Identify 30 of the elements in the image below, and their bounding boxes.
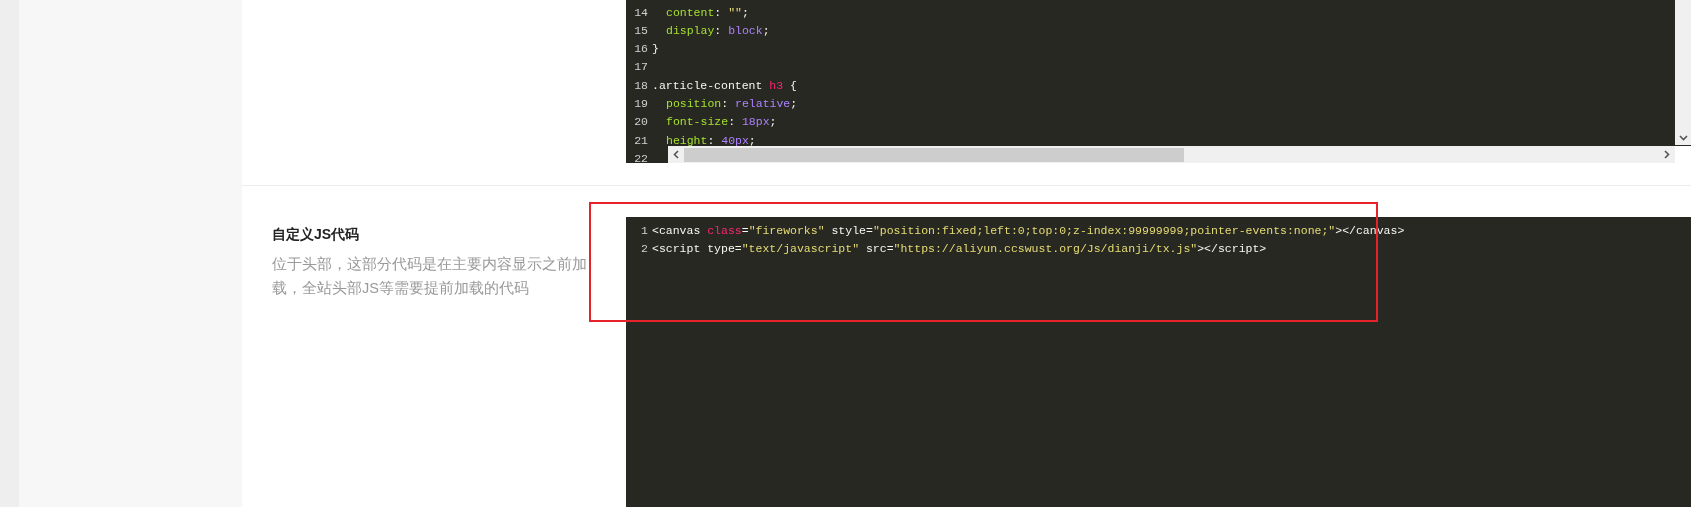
code-line: content: ""; (665, 4, 749, 21)
code-line: display: block; (665, 22, 770, 39)
code-line: height: 40px; (665, 132, 756, 149)
line-number: 15 (633, 22, 649, 39)
chevron-left-icon[interactable] (673, 150, 679, 159)
horizontal-scrollbar[interactable] (668, 146, 1675, 163)
scrollbar-thumb[interactable] (684, 147, 1184, 162)
section-title: 自定义JS代码 (272, 225, 361, 243)
line-number: 21 (633, 132, 649, 149)
line-number: 19 (633, 96, 649, 112)
chevron-down-icon[interactable] (1678, 135, 1688, 141)
code-editor[interactable]: 14 content: ""; 15 display: block; 16 } 17 18 .article-content h3 { 19 position: relative; 20 font-size: 18px; 21 height: 40px; 22 (626, 0, 1691, 163)
code-line: } (652, 41, 659, 58)
code-line: position: relative; (665, 96, 798, 112)
code-line: font-size: 18px; (665, 114, 777, 131)
chevron-right-icon[interactable] (1664, 150, 1670, 159)
line-number: 1 (640, 222, 649, 239)
line-number: 17 (633, 59, 649, 76)
scrollbar-corner (1675, 146, 1691, 163)
line-number: 2 (640, 240, 649, 257)
code-line: .article-content h3 { (652, 77, 797, 94)
line-number: 20 (633, 114, 649, 131)
line-number: 14 (633, 4, 649, 21)
line-number: 18 (633, 77, 649, 94)
vertical-scrollbar[interactable] (1675, 0, 1691, 145)
line-number: 22 (633, 150, 649, 163)
section-description: 位于头部，这部分代码是在主要内容显示之前加载，全站头部JS等需要提前加载的代码 (272, 255, 588, 298)
line-number: 16 (633, 41, 649, 58)
code-line: <script type="text/javascript" src="https://aliyun.ccswust.org/Js/dianji/tx.js"></script> (652, 240, 1267, 257)
code-editor[interactable] (626, 217, 1691, 507)
